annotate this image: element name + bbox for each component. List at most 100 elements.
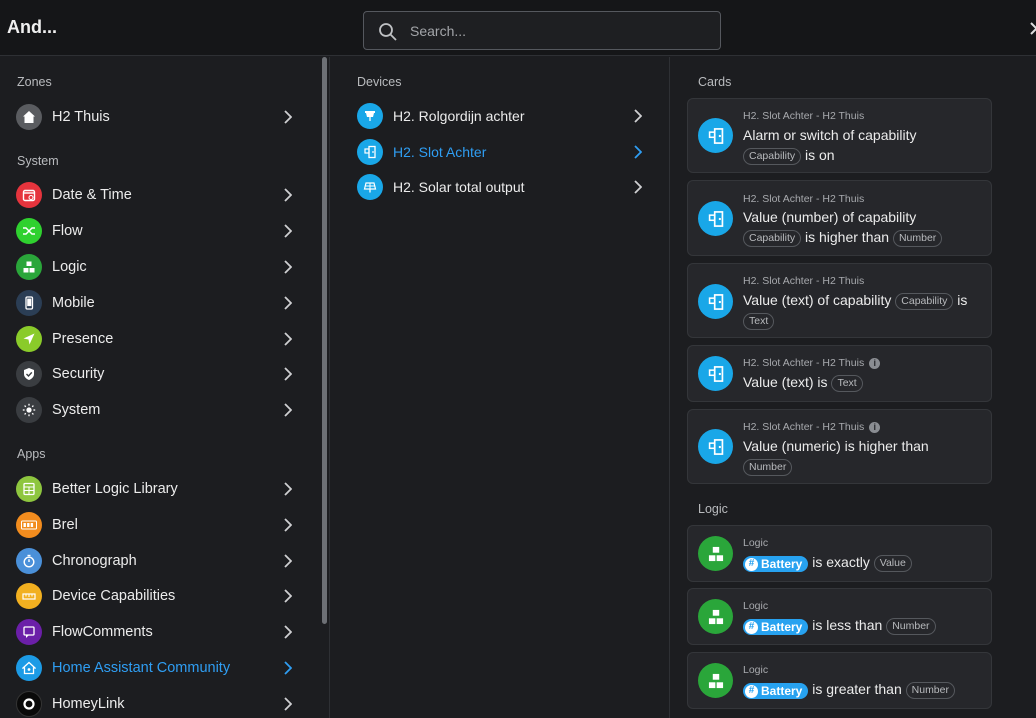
info-icon[interactable]: i bbox=[869, 421, 881, 433]
capability-tag[interactable]: Capability bbox=[743, 230, 802, 247]
zone-item-h2-thuis[interactable]: H2 Thuis bbox=[16, 100, 306, 134]
app-item-label: Home Assistant Community bbox=[52, 660, 231, 676]
system-item-security[interactable]: Security bbox=[16, 357, 306, 391]
card-device-label: H2. Slot Achter - H2 Thuis bbox=[743, 193, 865, 205]
hash-icon: # bbox=[745, 620, 758, 634]
card-device-label: H2. Slot Achter - H2 Thuis i bbox=[743, 421, 881, 433]
card-value-text-capability[interactable]: H2. Slot Achter - H2 Thuis Value (text) … bbox=[687, 263, 992, 338]
device-item-solar[interactable]: H2. Solar total output bbox=[357, 171, 647, 203]
device-item-rolgordijn[interactable]: H2. Rolgordijn achter bbox=[357, 100, 647, 132]
chevron-right-icon bbox=[284, 224, 292, 238]
system-item-system[interactable]: System bbox=[16, 393, 306, 427]
logic-blocks-icon bbox=[698, 663, 733, 698]
devices-column: Devices H2. Rolgordijn achter H2. Slot A… bbox=[329, 57, 668, 718]
card-text: Value (number) of capability Capability i… bbox=[743, 207, 981, 247]
chevron-right-icon bbox=[634, 180, 642, 194]
chevron-right-icon bbox=[284, 697, 292, 711]
device-item-slot-achter[interactable]: H2. Slot Achter bbox=[357, 136, 647, 168]
card-value-text[interactable]: H2. Slot Achter - H2 Thuis i Value (text)… bbox=[687, 345, 992, 402]
app-item-device-capabilities[interactable]: Device Capabilities bbox=[16, 579, 306, 613]
chevron-right-icon bbox=[284, 625, 292, 639]
app-item-label: Brel bbox=[52, 517, 78, 533]
number-tag[interactable]: Number bbox=[905, 682, 955, 699]
category-scrollbar[interactable] bbox=[322, 57, 327, 624]
system-item-logic[interactable]: Logic bbox=[16, 250, 306, 284]
card-device-label: H2. Slot Achter - H2 Thuis i bbox=[743, 357, 881, 369]
phone-icon bbox=[16, 290, 42, 316]
chevron-right-icon bbox=[284, 367, 292, 381]
gear-sun-icon bbox=[16, 397, 42, 423]
logic-card-less-than[interactable]: Logic # Battery is less than Number bbox=[687, 588, 992, 645]
door-lock-icon bbox=[698, 201, 733, 236]
door-lock-icon bbox=[698, 118, 733, 153]
card-value-numeric[interactable]: H2. Slot Achter - H2 Thuis i Value (numer… bbox=[687, 409, 992, 484]
app-item-brel[interactable]: Brel bbox=[16, 508, 306, 542]
chevron-right-icon bbox=[284, 260, 292, 274]
capability-tag[interactable]: Capability bbox=[743, 148, 802, 165]
system-heading: System bbox=[17, 154, 59, 168]
chevron-right-icon bbox=[634, 109, 642, 123]
home-assistant-icon bbox=[16, 655, 42, 681]
app-item-chronograph[interactable]: Chronograph bbox=[16, 544, 306, 578]
close-icon[interactable] bbox=[1028, 18, 1036, 38]
system-item-presence[interactable]: Presence bbox=[16, 322, 306, 356]
solar-panel-icon bbox=[357, 174, 383, 200]
value-tag[interactable]: Value bbox=[873, 555, 912, 572]
app-item-label: Device Capabilities bbox=[52, 588, 176, 604]
battery-variable-pill[interactable]: # Battery bbox=[743, 556, 809, 572]
stopwatch-icon bbox=[16, 548, 42, 574]
dialog-title: And... bbox=[7, 17, 57, 37]
system-item-label: System bbox=[52, 402, 101, 418]
system-item-date-time[interactable]: Date & Time bbox=[16, 178, 306, 212]
chevron-right-icon bbox=[284, 661, 292, 675]
search-box[interactable] bbox=[363, 11, 721, 50]
card-text: Value (numeric) is higher than Number bbox=[743, 436, 981, 476]
card-source-label: Logic bbox=[743, 600, 769, 612]
system-item-flow[interactable]: Flow bbox=[16, 214, 306, 248]
hash-icon: # bbox=[745, 684, 758, 698]
door-lock-icon bbox=[698, 429, 733, 464]
app-item-label: Chronograph bbox=[52, 553, 137, 569]
door-lock-icon bbox=[698, 284, 733, 319]
text-tag[interactable]: Text bbox=[831, 375, 863, 392]
search-input[interactable] bbox=[410, 20, 710, 42]
card-device-label: H2. Slot Achter - H2 Thuis bbox=[743, 110, 865, 122]
brel-logo-icon bbox=[16, 512, 42, 538]
card-text: Value (text) of capability Capability is… bbox=[743, 290, 981, 330]
card-value-number[interactable]: H2. Slot Achter - H2 Thuis Value (number… bbox=[687, 180, 992, 256]
door-lock-icon bbox=[357, 139, 383, 165]
chevron-right-icon bbox=[284, 296, 292, 310]
card-alarm-switch[interactable]: H2. Slot Achter - H2 Thuis Alarm or swit… bbox=[687, 98, 992, 173]
card-device-label: H2. Slot Achter - H2 Thuis bbox=[743, 275, 865, 287]
system-item-label: Date & Time bbox=[52, 187, 132, 203]
capability-tag[interactable]: Capability bbox=[895, 293, 954, 310]
chevron-right-icon bbox=[284, 110, 292, 124]
comment-icon bbox=[16, 619, 42, 645]
battery-variable-pill[interactable]: # Battery bbox=[743, 619, 809, 635]
device-item-label: H2. Solar total output bbox=[393, 179, 525, 195]
logic-blocks-icon bbox=[698, 599, 733, 634]
app-item-homeylink[interactable]: HomeyLink bbox=[16, 687, 306, 718]
system-item-label: Logic bbox=[52, 259, 87, 275]
number-tag[interactable]: Number bbox=[743, 459, 793, 476]
battery-variable-pill[interactable]: # Battery bbox=[743, 683, 809, 699]
card-text: # Battery is exactly Value bbox=[743, 552, 981, 572]
app-item-label: Better Logic Library bbox=[52, 481, 178, 497]
system-item-label: Mobile bbox=[52, 295, 95, 311]
zone-item-label: H2 Thuis bbox=[52, 109, 110, 125]
info-icon[interactable]: i bbox=[869, 357, 881, 369]
number-tag[interactable]: Number bbox=[892, 230, 943, 247]
system-item-mobile[interactable]: Mobile bbox=[16, 286, 306, 320]
system-item-label: Flow bbox=[52, 223, 83, 239]
logic-card-greater-than[interactable]: Logic # Battery is greater than Number bbox=[687, 652, 992, 709]
ruler-icon bbox=[16, 583, 42, 609]
logic-blocks-icon bbox=[698, 536, 733, 571]
app-item-home-assistant-community[interactable]: Home Assistant Community bbox=[16, 651, 306, 685]
devices-heading: Devices bbox=[357, 75, 402, 89]
number-tag[interactable]: Number bbox=[886, 618, 936, 635]
app-item-flowcomments[interactable]: FlowComments bbox=[16, 615, 306, 649]
app-item-better-logic-library[interactable]: Better Logic Library bbox=[16, 472, 306, 506]
logic-card-is-exactly[interactable]: Logic # Battery is exactly Value bbox=[687, 525, 992, 582]
chevron-right-icon bbox=[284, 188, 292, 202]
text-tag[interactable]: Text bbox=[743, 313, 775, 330]
